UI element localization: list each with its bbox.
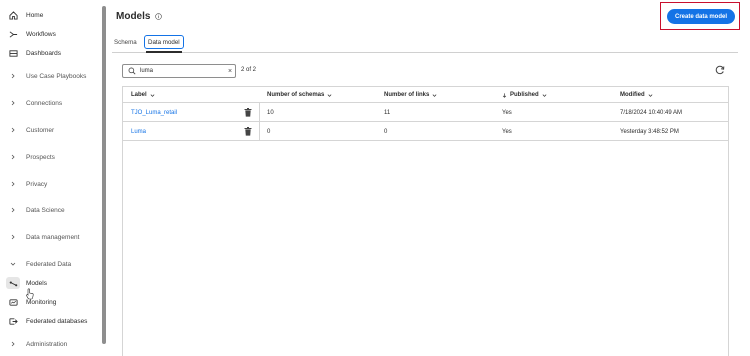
sidebar-item-administration[interactable]: Administration: [6, 336, 67, 352]
chevron-down-icon: [432, 93, 437, 97]
clear-search-icon[interactable]: ×: [225, 68, 235, 75]
chevron-right-icon: [6, 181, 20, 187]
sidebar-item-label: Dashboards: [26, 49, 62, 57]
search-icon: [128, 67, 136, 75]
sidebar-item-use-case-playbooks[interactable]: Use Case Playbooks: [6, 68, 86, 84]
table-row[interactable]: Luma 0 0 Yes Yesterday 3:48:52 PM: [123, 122, 728, 141]
column-header-links[interactable]: Number of links: [384, 87, 437, 103]
page-title: Models: [116, 11, 163, 22]
create-data-model-button[interactable]: Create data model: [667, 9, 735, 24]
modified-date: Yesterday 3:48:52 PM: [620, 128, 679, 135]
chevron-down-icon: [327, 93, 332, 97]
chevron-right-icon: [6, 154, 20, 160]
chevron-down-icon: [648, 93, 653, 97]
column-header-schemas[interactable]: Number of schemas: [267, 87, 332, 103]
chevron-down-icon: [542, 93, 547, 97]
column-divider: [259, 103, 260, 141]
schemas-count: 10: [267, 109, 274, 116]
sidebar-scrollbar[interactable]: [102, 6, 106, 344]
sidebar-item-label: Federated Data: [26, 260, 72, 268]
chevron-right-icon: [6, 73, 20, 79]
table-row[interactable]: TJO_Luma_retail 10 11 Yes 7/18/2024 10:4…: [123, 103, 728, 122]
column-header-label[interactable]: Label: [131, 87, 155, 103]
links-count: 0: [384, 128, 388, 135]
column-header-text: Modified: [620, 92, 645, 98]
column-header-text: Label: [131, 92, 147, 98]
monitoring-icon: [6, 298, 20, 307]
tab-data-model[interactable]: Data model: [144, 35, 184, 49]
sidebar-item-prospects[interactable]: Prospects: [6, 149, 55, 165]
sidebar-item-label: Home: [26, 11, 44, 19]
column-header-text: Number of links: [384, 92, 430, 98]
home-icon: [6, 10, 20, 20]
sidebar-item-customer[interactable]: Customer: [6, 122, 54, 138]
column-header-text: Published: [510, 92, 539, 98]
table-header: Label Number of schemas Number of links …: [123, 87, 728, 103]
schemas-count: 0: [267, 128, 271, 135]
chevron-right-icon: [6, 100, 20, 106]
sidebar-item-label: Use Case Playbooks: [26, 72, 87, 80]
chevron-right-icon: [6, 341, 20, 347]
chevron-right-icon: [6, 207, 20, 213]
sidebar-item-home[interactable]: Home: [6, 7, 43, 23]
links-count: 11: [384, 109, 391, 116]
delete-icon[interactable]: [244, 127, 252, 136]
chevron-down-icon: [150, 93, 155, 97]
sidebar-item-dashboards[interactable]: Dashboards: [6, 45, 61, 61]
chevron-right-icon: [6, 127, 20, 133]
sidebar-item-label: Federated databases: [26, 317, 88, 325]
sidebar-item-label: Workflows: [26, 30, 56, 38]
dashboard-icon: [6, 49, 20, 58]
database-icon: [6, 317, 20, 326]
chevron-down-icon: [6, 261, 20, 267]
published-status: Yes: [502, 109, 512, 116]
sidebar-item-workflows[interactable]: Workflows: [6, 26, 56, 42]
sidebar-item-federated-data[interactable]: Federated Data: [6, 256, 71, 272]
active-tab-indicator: [146, 51, 182, 53]
model-label-link[interactable]: Luma: [131, 122, 146, 141]
sidebar-item-label: Customer: [26, 126, 55, 134]
sidebar-item-data-science[interactable]: Data Science: [6, 202, 65, 218]
refresh-icon[interactable]: [715, 65, 725, 75]
sort-arrow-down-icon: [502, 92, 507, 98]
sidebar-item-label: Administration: [26, 340, 68, 348]
sidebar-item-label: Data management: [26, 233, 80, 241]
tab-schema[interactable]: Schema: [114, 35, 137, 49]
model-label-link[interactable]: TJO_Luma_retail: [131, 103, 177, 122]
sidebar-item-label: Models: [26, 279, 47, 287]
result-count: 2 of 2: [241, 67, 257, 73]
chevron-right-icon: [6, 234, 20, 240]
search-field[interactable]: luma ×: [122, 64, 236, 78]
hand-cursor-icon: [26, 288, 34, 300]
page-title-text: Models: [116, 11, 151, 22]
sidebar-item-label: Privacy: [26, 180, 48, 188]
delete-icon[interactable]: [244, 108, 252, 117]
sidebar-item-label: Data Science: [26, 206, 65, 214]
sidebar-item-label: Connections: [26, 99, 63, 107]
column-header-modified[interactable]: Modified: [620, 87, 653, 103]
column-header-published[interactable]: Published: [502, 87, 547, 103]
workflow-icon: [6, 30, 20, 39]
sidebar-item-privacy[interactable]: Privacy: [6, 176, 47, 192]
sidebar-item-connections[interactable]: Connections: [6, 95, 62, 111]
models-icon: [6, 277, 20, 289]
main-content: Models Create data model Schema Data mod…: [112, 0, 750, 356]
column-header-text: Number of schemas: [267, 92, 325, 98]
sidebar-item-label: Prospects: [26, 153, 55, 161]
models-table: Label Number of schemas Number of links …: [122, 86, 729, 356]
sidebar-item-federated-databases[interactable]: Federated databases: [6, 313, 87, 329]
sidebar-item-data-management[interactable]: Data management: [6, 229, 79, 245]
published-status: Yes: [502, 128, 512, 135]
info-icon[interactable]: [155, 13, 163, 20]
search-input[interactable]: luma: [140, 68, 225, 74]
tab-bar: Schema Data model: [112, 35, 738, 53]
modified-date: 7/18/2024 10:40:49 AM: [620, 109, 683, 116]
sidebar: Home Workflows Dashboards Use Case Playb…: [0, 0, 102, 356]
